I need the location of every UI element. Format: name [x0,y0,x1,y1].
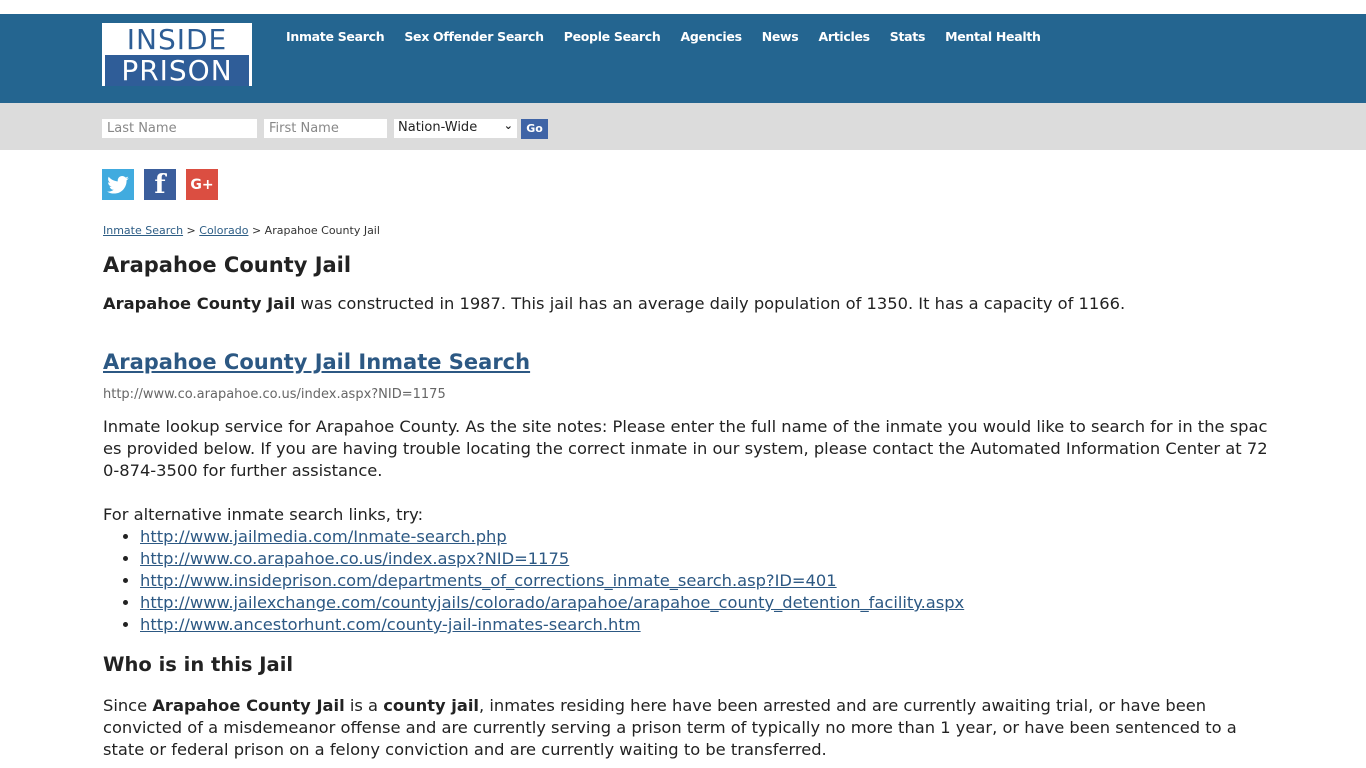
site-header: INSIDE PRISON Inmate Search Sex Offender… [0,14,1366,103]
twitter-icon[interactable] [102,169,134,200]
nav-stats[interactable]: Stats [890,29,926,44]
nav-mental-health[interactable]: Mental Health [945,29,1041,44]
who-bold: Arapahoe County Jail [152,696,345,715]
breadcrumb-inmate-search[interactable]: Inmate Search [103,224,183,237]
list-item: http://www.co.arapahoe.co.us/index.aspx?… [140,548,964,570]
list-item: http://www.jailmedia.com/Inmate-search.p… [140,526,964,548]
breadcrumb-separator: > [251,224,262,237]
who-bold: county jail [383,696,479,715]
intro-bold: Arapahoe County Jail [103,294,296,313]
last-name-input[interactable] [102,119,257,138]
description-paragraph: Inmate lookup service for Arapahoe Count… [103,417,1268,480]
inmate-search-url: http://www.co.arapahoe.co.us/index.aspx?… [103,387,446,402]
alt-link[interactable]: http://www.jailexchange.com/countyjails/… [140,593,964,612]
nav-news[interactable]: News [762,29,799,44]
breadcrumb-separator: > [186,224,196,237]
logo-text-top: INSIDE [126,23,228,56]
alt-links-intro: For alternative inmate search links, try… [103,505,424,524]
alt-link[interactable]: http://www.ancestorhunt.com/county-jail-… [140,615,641,634]
alt-link[interactable]: http://www.insideprison.com/departments_… [140,571,837,590]
main-nav: Inmate Search Sex Offender Search People… [286,29,1061,44]
inmate-search-link[interactable]: Arapahoe County Jail Inmate Search [103,350,530,374]
nav-articles[interactable]: Articles [818,29,870,44]
alt-link[interactable]: http://www.co.arapahoe.co.us/index.aspx?… [140,549,569,568]
breadcrumb-colorado[interactable]: Colorado [199,224,248,237]
go-button[interactable]: Go [521,119,548,139]
page-title: Arapahoe County Jail [103,253,352,277]
social-share: f G+ [102,169,218,200]
intro-paragraph: Arapahoe County Jail was constructed in … [103,293,1268,315]
breadcrumb: Inmate Search > Colorado > Arapahoe Coun… [103,224,380,237]
alt-link[interactable]: http://www.jailmedia.com/Inmate-search.p… [140,527,507,546]
nav-inmate-search[interactable]: Inmate Search [286,29,385,44]
nav-sex-offender-search[interactable]: Sex Offender Search [404,29,544,44]
who-section-title: Who is in this Jail [103,653,294,676]
who-text: Since [103,696,153,715]
list-item: http://www.insideprison.com/departments_… [140,570,964,592]
logo[interactable]: INSIDE PRISON [102,23,252,86]
who-text: is a [344,696,384,715]
google-plus-icon[interactable]: G+ [186,169,218,200]
scope-select-value: Nation-Wide [398,120,478,135]
alt-links-list: http://www.jailmedia.com/Inmate-search.p… [103,526,964,636]
list-item: http://www.ancestorhunt.com/county-jail-… [140,614,964,636]
logo-text-bottom: PRISON [105,55,249,86]
scope-select[interactable]: Nation-Wide ⌄ [394,119,517,138]
intro-text: was constructed in 1987. This jail has a… [295,294,1126,313]
chevron-down-icon: ⌄ [503,119,513,132]
nav-people-search[interactable]: People Search [564,29,661,44]
breadcrumb-current: Arapahoe County Jail [264,224,380,237]
nav-agencies[interactable]: Agencies [681,29,743,44]
who-paragraph: Since Arapahoe County Jail is a county j… [103,695,1268,761]
search-bar: Nation-Wide ⌄ Go [0,103,1366,150]
list-item: http://www.jailexchange.com/countyjails/… [140,592,964,614]
first-name-input[interactable] [264,119,387,138]
facebook-icon[interactable]: f [144,169,176,200]
top-strip [0,0,1366,14]
